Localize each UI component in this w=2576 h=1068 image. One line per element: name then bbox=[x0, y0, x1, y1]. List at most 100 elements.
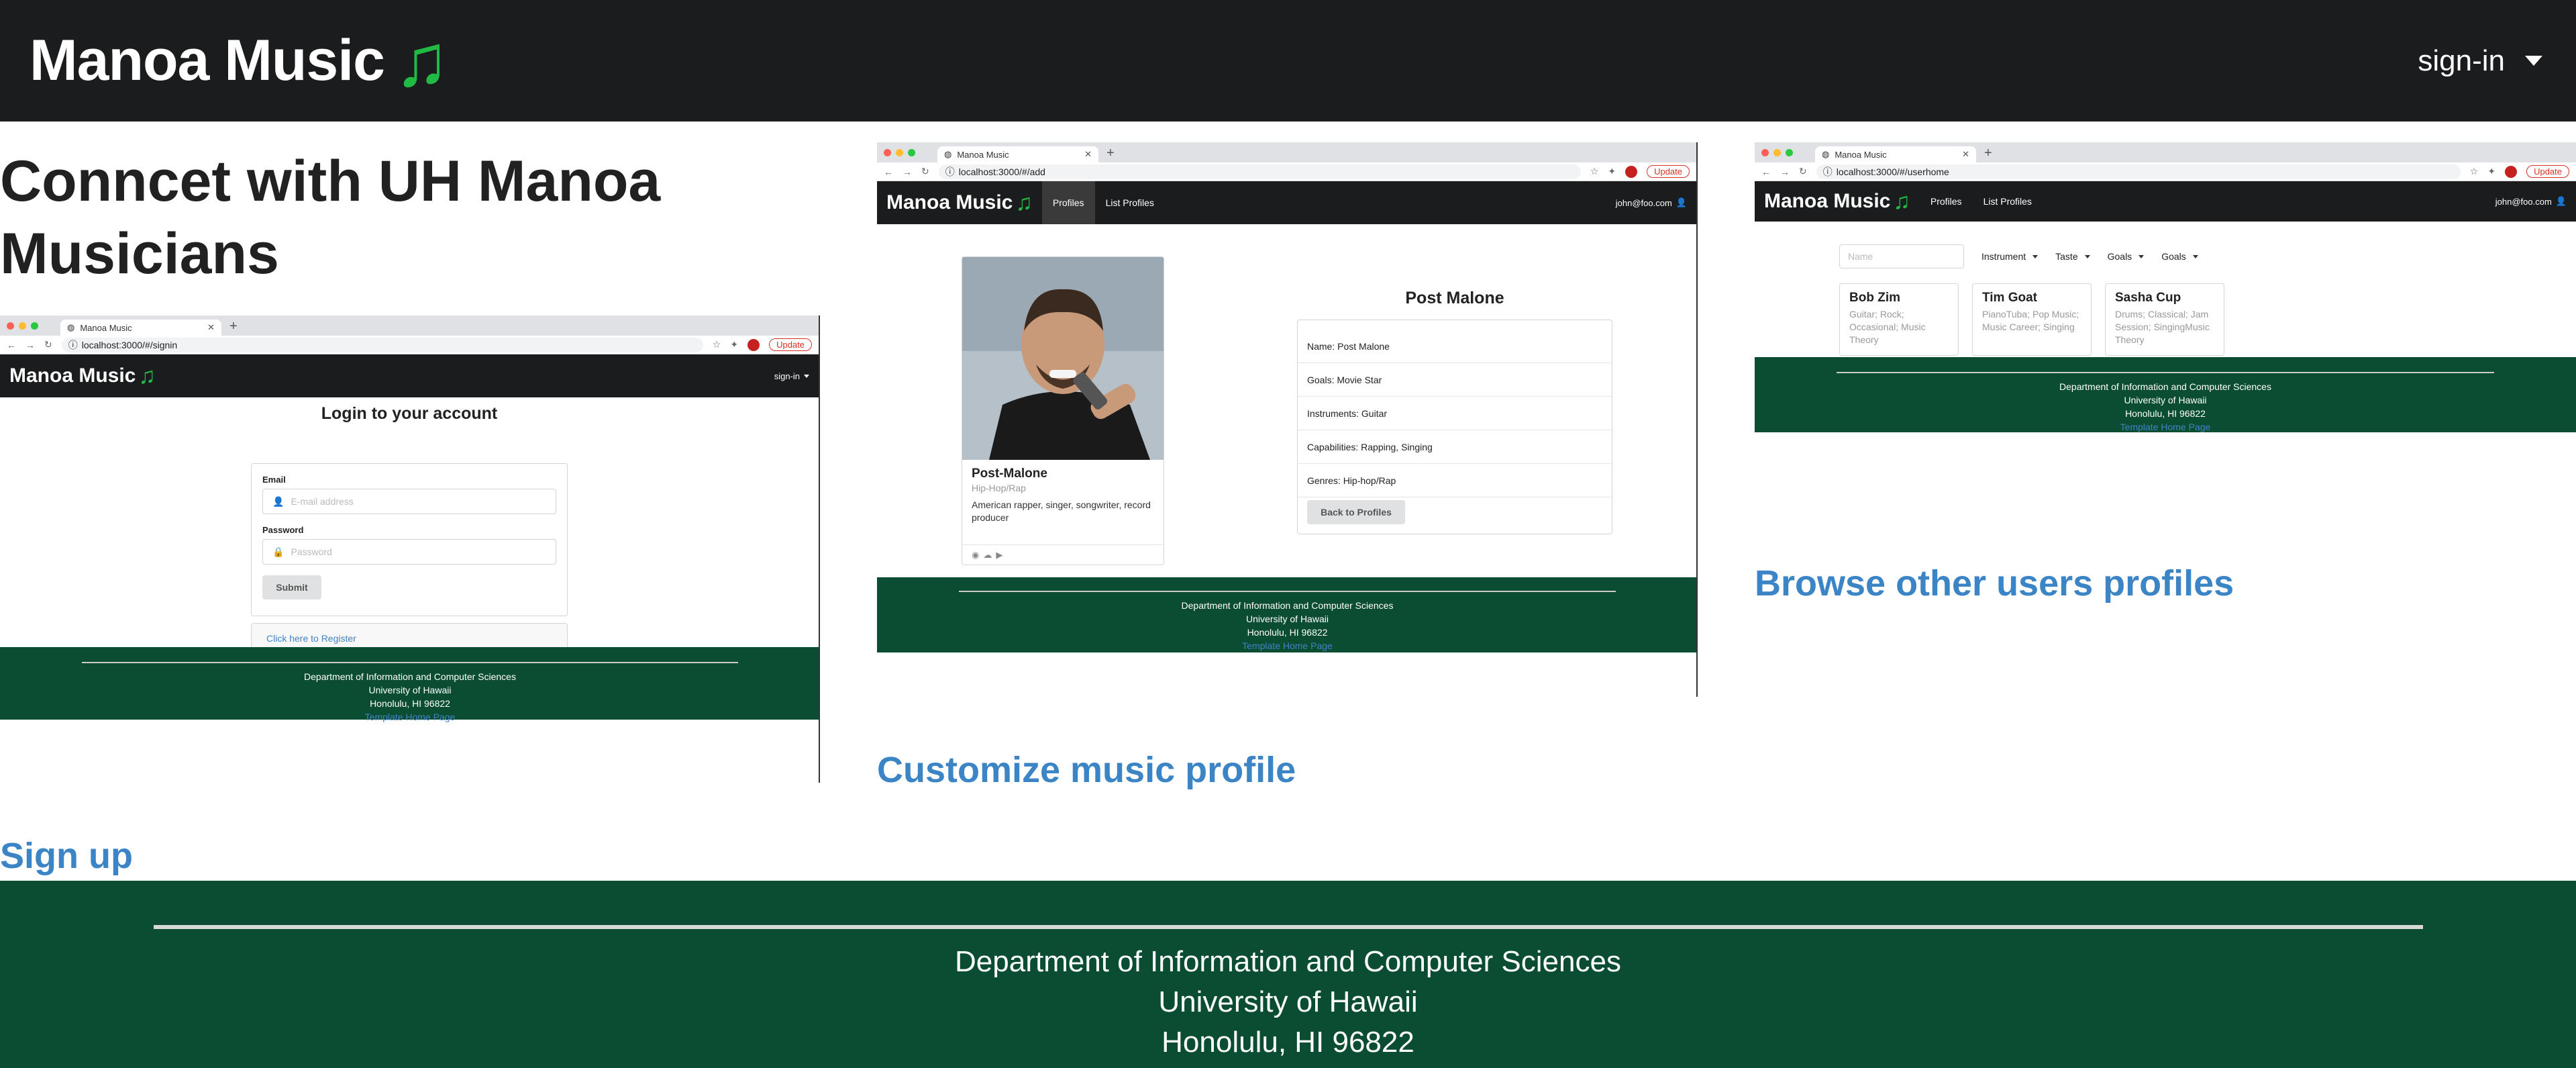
caret-down-icon bbox=[2139, 254, 2145, 258]
reload-icon: ↻ bbox=[921, 166, 929, 177]
brand-title: Manoa Music bbox=[30, 28, 385, 93]
url-field: ⓘ localhost:3000/#/add bbox=[938, 164, 1581, 179]
filter-taste: Taste bbox=[2055, 251, 2090, 262]
extensions-icon: ✦ bbox=[2487, 166, 2496, 177]
globe-icon: ◍ bbox=[944, 149, 952, 159]
browser-tab: ◍ Manoa Music ✕ bbox=[1815, 146, 1976, 162]
back-icon: ← bbox=[1761, 166, 1771, 177]
user-icon: 👤 bbox=[1676, 197, 1687, 207]
signup-caption: Sign up bbox=[0, 836, 133, 876]
password-placeholder: Password bbox=[291, 546, 332, 557]
email-placeholder: E-mail address bbox=[291, 496, 354, 507]
browse-caption: Browse other users profiles bbox=[1755, 563, 2234, 603]
user-card: Bob Zim Guitar; Rock; Occasional; Music … bbox=[1839, 283, 1959, 356]
url-field: ⓘ localhost:3000/#/signin bbox=[61, 337, 703, 352]
detail-row: Goals: Movie Star bbox=[1298, 363, 1612, 397]
new-tab-icon: + bbox=[1984, 146, 1992, 160]
hero-headline: Conncet with UH Manoa Musicians bbox=[0, 149, 661, 286]
browser-tabbar: ◍ Manoa Music ✕ + bbox=[877, 142, 1696, 162]
detail-row: Name: Post Malone bbox=[1298, 330, 1612, 363]
star-icon: ☆ bbox=[712, 339, 721, 350]
app-navbar: Manoa Music ♫ Profiles List Profiles john… bbox=[1755, 181, 2576, 222]
star-icon: ☆ bbox=[2469, 166, 2479, 177]
user-description: Guitar; Rock; Occasional; Music Theory bbox=[1849, 309, 1926, 345]
filter-instrument: Instrument bbox=[1981, 251, 2039, 262]
top-navbar: Manoa Music ♫ sign-in bbox=[0, 0, 2576, 122]
user-description: Drums; Classical; Jam Session; SingingMu… bbox=[2115, 309, 2210, 345]
update-badge: Update bbox=[769, 338, 812, 351]
signin-label: sign-in bbox=[2418, 44, 2505, 77]
music-note-icon: ♫ bbox=[1893, 188, 1910, 214]
nav-user: john@foo.com bbox=[1615, 197, 1672, 208]
browser-addressbar: ← → ↻ ⓘ localhost:3000/#/add ☆ ✦ Update bbox=[877, 162, 1696, 181]
user-icon: 👤 bbox=[2555, 196, 2567, 206]
browser-tab: ◍ Manoa Music ✕ bbox=[937, 146, 1098, 162]
music-note-icon: ♫ bbox=[1015, 189, 1033, 215]
filter-goals: Goals bbox=[2108, 251, 2145, 262]
detail-row: Capabilities: Rapping, Singing bbox=[1298, 430, 1612, 464]
extensions-icon: ✦ bbox=[730, 339, 739, 350]
forward-icon: → bbox=[25, 339, 35, 350]
filter-label: Taste bbox=[2055, 251, 2078, 262]
footer-line3: Honolulu, HI 96822 bbox=[2125, 408, 2206, 419]
footer-line2: University of Hawaii bbox=[1158, 985, 1418, 1018]
userhome-screenshot: ◍ Manoa Music ✕ + ← → ↻ ⓘ localhost:3000… bbox=[1755, 142, 2576, 510]
footer-line2: University of Hawaii bbox=[2124, 395, 2207, 405]
mini-footer: Department of Information and Computer S… bbox=[1755, 357, 2576, 432]
signin-dropdown[interactable]: sign-in bbox=[2418, 44, 2542, 78]
browser-tab-title: Manoa Music bbox=[1835, 149, 1887, 160]
filter-goals-2: Goals bbox=[2161, 251, 2198, 262]
password-field: 🔒 Password bbox=[262, 539, 556, 565]
new-tab-icon: + bbox=[229, 319, 238, 334]
footer-line2: University of Hawaii bbox=[368, 685, 452, 695]
filter-label: Goals bbox=[2161, 251, 2186, 262]
url-text: localhost:3000/#/add bbox=[958, 166, 1045, 177]
youtube-icon: ▶ bbox=[996, 549, 1003, 560]
filter-bar: Name Instrument Taste Goals Goals bbox=[1839, 244, 2198, 269]
browser-tabbar: ◍ Manoa Music ✕ + bbox=[1755, 142, 2576, 162]
app-brand: Manoa Music bbox=[1764, 190, 1891, 212]
browser-tab-title: Manoa Music bbox=[957, 149, 1009, 160]
user-name: Bob Zim bbox=[1849, 291, 1900, 305]
star-icon: ☆ bbox=[1590, 166, 1599, 177]
footer-line3: Honolulu, HI 96822 bbox=[370, 698, 450, 709]
footer-line1: Department of Information and Computer S… bbox=[304, 671, 516, 682]
app-navbar: Manoa Music ♫ Profiles List Profiles john… bbox=[877, 181, 1696, 224]
brand-logo[interactable]: Manoa Music ♫ bbox=[30, 23, 449, 98]
info-icon: ⓘ bbox=[945, 166, 955, 177]
nav-list-profiles: List Profiles bbox=[1105, 197, 1154, 208]
avatar bbox=[2505, 165, 2518, 178]
forward-icon: → bbox=[1780, 166, 1790, 177]
update-badge: Update bbox=[1647, 165, 1690, 178]
url-field: ⓘ localhost:3000/#/userhome bbox=[1816, 164, 2461, 179]
nav-list-profiles: List Profiles bbox=[1983, 196, 2032, 207]
app-brand: Manoa Music bbox=[9, 365, 136, 387]
reload-icon: ↻ bbox=[44, 339, 52, 350]
new-tab-icon: + bbox=[1106, 146, 1115, 160]
user-description: PianoTuba; Pop Music; Music Career; Sing… bbox=[1982, 309, 2079, 332]
url-text: localhost:3000/#/signin bbox=[81, 339, 178, 350]
user-name: Tim Goat bbox=[1982, 291, 2037, 305]
app-navbar: Manoa Music ♫ sign-in bbox=[0, 354, 819, 397]
footer-line1: Department of Information and Computer S… bbox=[955, 945, 1621, 978]
profile-screenshot: ◍ Manoa Music ✕ + ← → ↻ ⓘ localhost:3000… bbox=[877, 142, 1698, 697]
browser-addressbar: ← → ↻ ⓘ localhost:3000/#/signin ☆ ✦ Upda… bbox=[0, 336, 819, 354]
footer-line1: Department of Information and Computer S… bbox=[1181, 600, 1394, 611]
app-signin: sign-in bbox=[774, 371, 800, 381]
password-label: Password bbox=[262, 525, 304, 535]
user-card: Sasha Cup Drums; Classical; Jam Session;… bbox=[2105, 283, 2224, 356]
mini-footer: Department of Information and Computer S… bbox=[877, 577, 1696, 652]
name-search-input: Name bbox=[1839, 244, 1964, 269]
back-icon: ← bbox=[7, 339, 16, 350]
page-footer: Department of Information and Computer S… bbox=[0, 881, 2576, 1068]
profile-photo bbox=[962, 257, 1164, 460]
filter-label: Goals bbox=[2107, 251, 2132, 262]
detail-row: Genres: Hip-hop/Rap bbox=[1298, 464, 1612, 497]
browser-addressbar: ← → ↻ ⓘ localhost:3000/#/userhome ☆ ✦ Up… bbox=[1755, 162, 2576, 181]
mini-footer: Department of Information and Computer S… bbox=[0, 647, 819, 722]
app-brand: Manoa Music bbox=[886, 191, 1013, 213]
footer-link: Template Home Page bbox=[1242, 640, 1333, 651]
url-text: localhost:3000/#/userhome bbox=[1836, 166, 1949, 177]
footer-line3: Honolulu, HI 96822 bbox=[1162, 1026, 1414, 1059]
detail-title: Post Malone bbox=[1405, 289, 1504, 307]
